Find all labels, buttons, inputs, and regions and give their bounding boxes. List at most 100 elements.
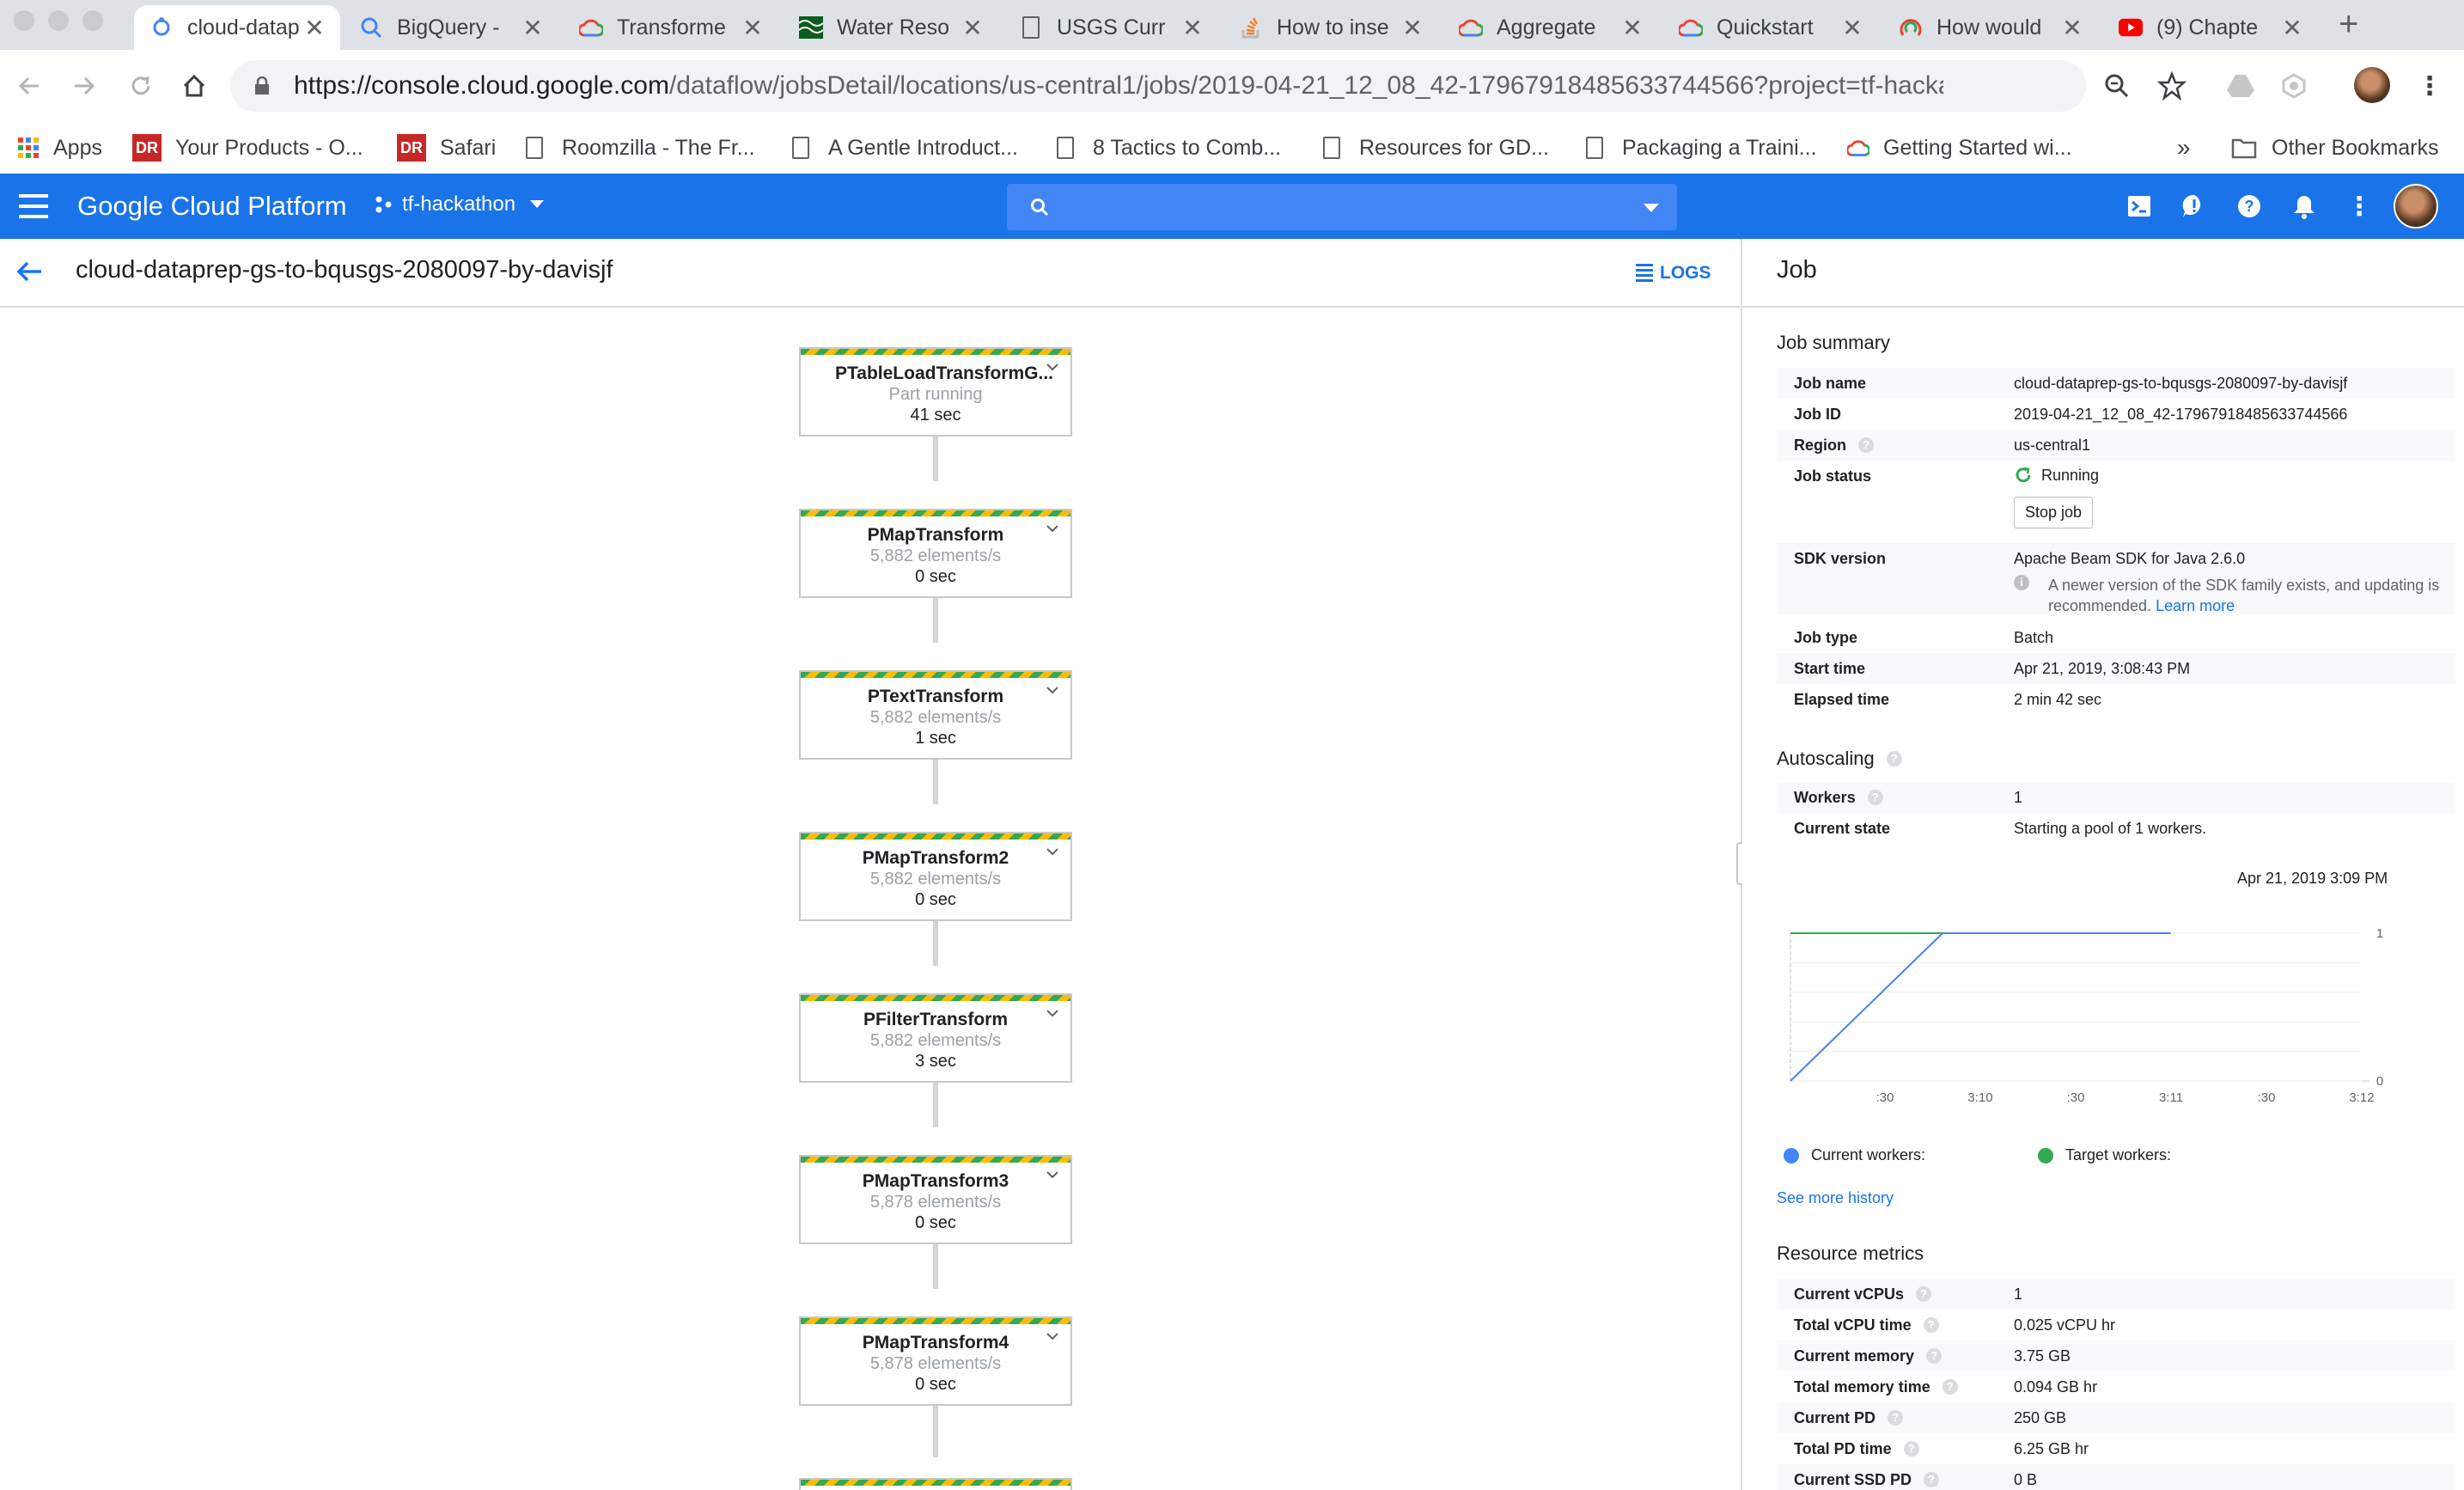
zoom-button[interactable]	[2100, 69, 2134, 103]
graph-node-ptexttransform[interactable]: PTextTransform 5,882 elements/s 1 sec	[799, 670, 1072, 760]
job-graph[interactable]: PTableLoadTransformG... Part running 41 …	[0, 308, 1741, 1490]
close-icon[interactable]: ✕	[522, 14, 543, 42]
close-icon[interactable]: ✕	[1402, 14, 1423, 42]
x-tick-label: 3:10	[1967, 1090, 1992, 1105]
sdk-version-row: SDK version Apache Beam SDK for Java 2.6…	[1777, 543, 2455, 615]
browser-tab[interactable]: (9) Chapte ✕	[2103, 5, 2318, 50]
back-arrow-icon[interactable]	[14, 256, 45, 287]
close-icon[interactable]: ✕	[304, 14, 325, 42]
help-icon[interactable]: ?	[1888, 1410, 1904, 1426]
bookmark-item[interactable]: Getting Started wi...	[1847, 131, 2072, 165]
help-icon[interactable]: ?	[1858, 437, 1874, 453]
chevron-down-icon[interactable]	[1046, 1007, 1058, 1019]
close-icon[interactable]: ✕	[2062, 14, 2083, 42]
field-label: Job status	[1794, 467, 1872, 485]
node-status: Part running	[888, 385, 983, 404]
bookmark-star-button[interactable]	[2155, 69, 2189, 103]
help-icon[interactable]: ?	[1886, 751, 1902, 766]
gcp-brand[interactable]: Google Cloud Platform	[77, 191, 347, 222]
autoscaling-chart[interactable]: :30 3:10:30 3:11:30 3:12 1 0	[1777, 909, 2430, 1133]
close-icon[interactable]: ✕	[1622, 14, 1643, 42]
menu-icon[interactable]	[19, 194, 48, 218]
browser-tab[interactable]: Aggregate ✕	[1443, 5, 1658, 50]
graph-node-pmaptransform3[interactable]: PMapTransform3 5,878 elements/s 0 sec	[799, 1155, 1072, 1244]
notifications-bell-icon[interactable]	[2290, 192, 2318, 220]
other-bookmarks[interactable]: Other Bookmarks	[2230, 131, 2439, 165]
help-icon[interactable]: ?	[1942, 1379, 1958, 1395]
graph-node-partial[interactable]	[799, 1478, 1072, 1490]
feedback-icon[interactable]	[2180, 192, 2208, 220]
logs-button[interactable]: LOGS	[1636, 261, 1711, 284]
bookmark-item[interactable]: 8 Tactics to Comb...	[1057, 131, 1281, 165]
close-icon[interactable]: ✕	[2282, 14, 2302, 42]
extension-button[interactable]	[2277, 69, 2311, 103]
help-icon[interactable]: ?	[1867, 790, 1883, 805]
chevron-down-icon[interactable]	[1046, 361, 1058, 373]
job-id-value: 2019-04-21_12_08_42-17967918485633744566	[2014, 405, 2348, 423]
svg-text:?: ?	[2245, 198, 2254, 215]
graph-node-pmaptransform4[interactable]: PMapTransform4 5,878 elements/s 0 sec	[799, 1316, 1072, 1406]
home-button[interactable]	[175, 67, 213, 105]
see-more-history-link[interactable]: See more history	[1777, 1189, 1894, 1207]
chart-grid	[1790, 932, 2369, 1082]
learn-more-link[interactable]: Learn more	[2156, 597, 2235, 614]
window-close-button[interactable]	[14, 10, 34, 31]
browser-tab[interactable]: How would ✕	[1883, 5, 2098, 50]
browser-menu-icon[interactable]: ⋮	[2412, 69, 2447, 103]
chevron-down-icon[interactable]	[1046, 1330, 1058, 1342]
account-avatar[interactable]	[2394, 184, 2438, 229]
chevron-down-icon[interactable]	[1046, 522, 1058, 534]
bookmark-item[interactable]: DR Safari	[397, 131, 496, 165]
browser-tab[interactable]: Transforme ✕	[564, 5, 778, 50]
drive-extension-button[interactable]	[2223, 69, 2258, 103]
help-icon[interactable]: ?	[1924, 1472, 1940, 1487]
browser-tab[interactable]: USGS Curr ✕	[1003, 5, 1218, 50]
graph-node-pmaptransform2[interactable]: PMapTransform2 5,882 elements/s 0 sec	[799, 832, 1072, 921]
more-vert-icon[interactable]: ⋮	[2345, 192, 2373, 221]
new-tab-button[interactable]: +	[2339, 5, 2358, 44]
green-dot-icon	[2038, 1147, 2053, 1163]
gcp-header: Google Cloud Platform tf-hackathon ? ⋮	[0, 174, 2464, 239]
address-bar[interactable]: https://console.cloud.google.com/dataflo…	[230, 60, 2086, 112]
browser-tab[interactable]: Quickstart ✕	[1663, 5, 1878, 50]
window-minimize-button[interactable]	[48, 10, 69, 31]
help-icon[interactable]: ?	[1923, 1317, 1939, 1333]
bookmark-item[interactable]: DR Your Products - O...	[132, 131, 363, 165]
node-rate: 5,878 elements/s	[869, 1193, 1002, 1212]
reload-button[interactable]	[122, 67, 160, 105]
project-selector[interactable]: tf-hackathon	[375, 192, 545, 217]
profile-avatar[interactable]	[2354, 67, 2390, 103]
cloud-shell-icon[interactable]	[2126, 192, 2153, 220]
close-icon[interactable]: ✕	[1842, 14, 1863, 42]
window-zoom-button[interactable]	[82, 10, 103, 31]
bookmark-item[interactable]: Roomzilla - The Fr...	[526, 131, 755, 165]
graph-node-pmaptransform[interactable]: PMapTransform 5,882 elements/s 0 sec	[799, 509, 1072, 598]
back-button[interactable]	[10, 67, 48, 105]
help-icon[interactable]: ?	[1926, 1348, 1943, 1364]
browser-tab[interactable]: How to inse ✕	[1223, 5, 1438, 50]
forward-button[interactable]	[65, 67, 103, 105]
bookmark-apps[interactable]: Apps	[17, 131, 102, 165]
chevron-down-icon[interactable]	[1046, 1169, 1058, 1181]
bookmarks-overflow-button[interactable]: »	[2177, 131, 2191, 165]
metric-label: Total PD time?	[1777, 1440, 2014, 1458]
chevron-down-icon[interactable]	[1046, 846, 1058, 858]
browser-tab[interactable]: BigQuery - ✕	[344, 5, 558, 50]
close-icon[interactable]: ✕	[1182, 14, 1203, 42]
chevron-down-icon[interactable]	[1046, 684, 1058, 696]
help-icon[interactable]: ?	[1903, 1441, 1919, 1456]
close-icon[interactable]: ✕	[962, 14, 983, 42]
help-icon[interactable]: ?	[1916, 1286, 1932, 1302]
bookmark-item[interactable]: Resources for GD...	[1323, 131, 1549, 165]
console-search-input[interactable]	[1007, 184, 1677, 230]
help-icon[interactable]: ?	[2235, 192, 2263, 220]
graph-node-ptableloadtransform[interactable]: PTableLoadTransformG... Part running 41 …	[799, 347, 1072, 437]
bookmark-item[interactable]: Packaging a Traini...	[1586, 131, 1817, 165]
browser-tab[interactable]: cloud-datap ✕	[134, 5, 340, 50]
graph-node-pfiltertransform[interactable]: PFilterTransform 5,882 elements/s 3 sec	[799, 993, 1072, 1083]
bookmark-item[interactable]: A Gentle Introduct...	[792, 131, 1018, 165]
stop-job-button[interactable]: Stop job	[2014, 497, 2094, 528]
caret-down-icon[interactable]	[1643, 203, 1660, 213]
close-icon[interactable]: ✕	[742, 14, 763, 42]
browser-tab[interactable]: Water Reso ✕	[784, 5, 998, 50]
